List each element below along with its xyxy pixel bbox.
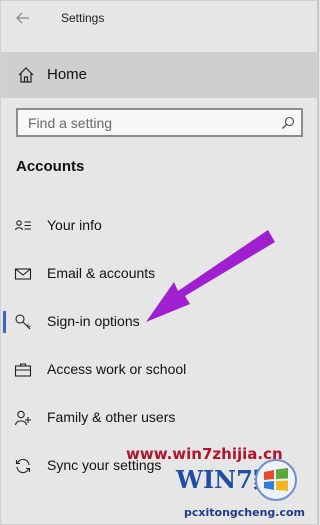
person-add-icon — [14, 410, 31, 426]
title-bar: Settings — [1, 1, 320, 37]
nav-item-label: Access work or school — [47, 361, 187, 377]
nav-item-label: Your info — [47, 217, 102, 233]
briefcase-icon — [14, 363, 32, 377]
nav-item-access-work-school[interactable]: Access work or school — [1, 350, 318, 390]
back-button[interactable] — [11, 7, 35, 29]
nav-item-email-accounts[interactable]: Email & accounts — [1, 254, 318, 294]
nav-item-your-info[interactable]: Your info — [1, 206, 318, 246]
nav-home[interactable]: Home — [1, 52, 318, 98]
home-icon — [18, 67, 34, 83]
search-input[interactable]: Find a setting — [16, 108, 303, 137]
search-placeholder: Find a setting — [28, 115, 113, 131]
nav-item-label: Email & accounts — [47, 265, 156, 281]
nav-item-label: Family & other users — [47, 409, 176, 425]
nav-item-sync-settings[interactable]: Sync your settings — [1, 446, 318, 486]
home-label: Home — [47, 66, 88, 83]
nav-item-label: Sync your settings — [47, 457, 162, 473]
sync-icon — [15, 458, 31, 474]
section-title: Accounts — [16, 158, 85, 175]
nav-item-family-other-users[interactable]: Family & other users — [1, 398, 318, 438]
window-title: Settings — [61, 11, 105, 25]
person-card-icon — [14, 220, 31, 231]
selected-indicator — [3, 311, 6, 333]
nav-item-label: Sign-in options — [47, 313, 140, 329]
nav-item-sign-in-options[interactable]: Sign-in options — [1, 302, 318, 342]
settings-window: Settings Home Find a setting Accounts Yo… — [0, 0, 319, 525]
back-arrow-icon — [16, 12, 29, 24]
search-icon[interactable] — [281, 116, 295, 130]
key-icon — [15, 314, 31, 330]
mail-icon — [14, 268, 32, 280]
